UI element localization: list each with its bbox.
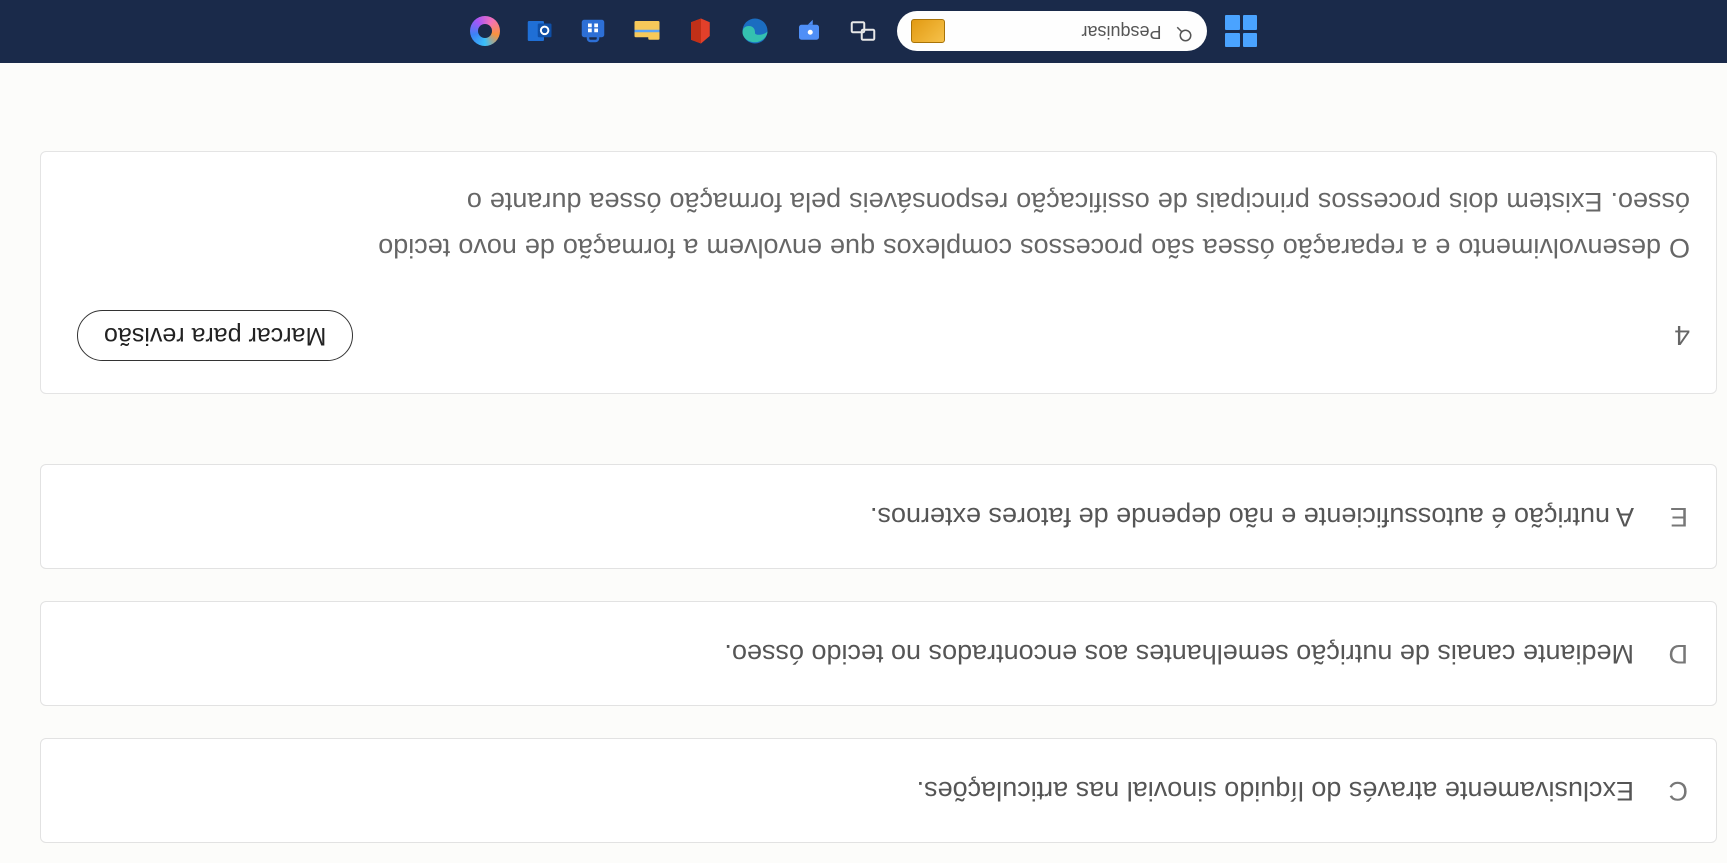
option-text: Mediante canais de nutrição semelhantes … (724, 638, 1634, 669)
task-view-button[interactable] (844, 12, 884, 52)
start-button[interactable] (1222, 12, 1262, 52)
edge-browser-icon[interactable] (736, 12, 776, 52)
search-highlight-icon (912, 20, 946, 44)
mark-for-review-button[interactable]: Marcar para revisão (77, 310, 353, 361)
option-text: A nutrição é autossuficiente e não depen… (870, 501, 1634, 532)
option-text: Exclusivamente através do líquido sinovi… (917, 775, 1634, 806)
office-icon[interactable] (682, 12, 722, 52)
quiz-page: C Exclusivamente através do líquido sino… (0, 63, 1727, 863)
question-block: 4 Marcar para revisão O desenvolvimento … (40, 151, 1717, 394)
option-letter: C (1662, 775, 1688, 806)
chat-button[interactable] (790, 12, 830, 52)
question-text: O desenvolvimento e a reparação óssea sã… (77, 178, 1690, 270)
store-icon[interactable] (574, 12, 614, 52)
answer-option-c[interactable]: C Exclusivamente através do líquido sino… (40, 738, 1717, 843)
windows-taskbar: Pesquisar (0, 0, 1727, 63)
taskbar-search[interactable]: Pesquisar (898, 12, 1208, 52)
option-letter: D (1662, 638, 1688, 669)
file-explorer-icon[interactable] (628, 12, 668, 52)
question-header: 4 Marcar para revisão (77, 310, 1690, 361)
question-text-line: ósseo. Existem dois processos principais… (467, 187, 1690, 217)
question-number: 4 (1674, 320, 1690, 352)
question-text-line: O desenvolvimento e a reparação óssea sã… (378, 233, 1690, 263)
answer-option-e[interactable]: E A nutrição é autossuficiente e não dep… (40, 464, 1717, 569)
copilot-icon[interactable] (466, 12, 506, 52)
search-placeholder: Pesquisar (960, 21, 1162, 42)
option-letter: E (1662, 501, 1688, 532)
search-icon (1176, 20, 1194, 43)
outlook-icon[interactable] (520, 12, 560, 52)
answer-option-d[interactable]: D Mediante canais de nutrição semelhante… (40, 601, 1717, 706)
